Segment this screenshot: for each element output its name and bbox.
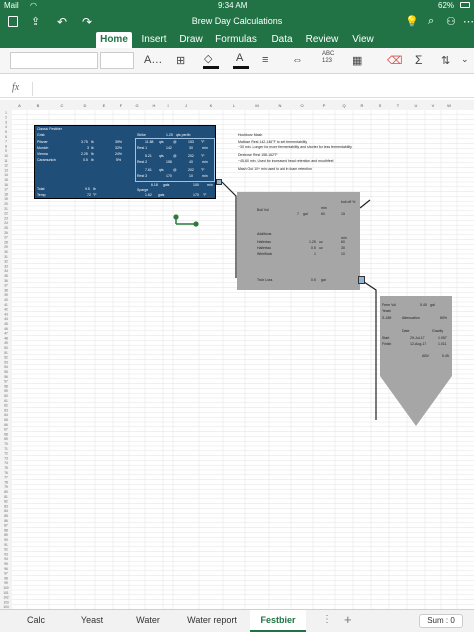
sheet-tab-bar: Calc Yeast Water Water report Festbier ⋮… <box>0 609 474 632</box>
lightbulb-icon[interactable]: 💡 <box>405 15 419 28</box>
ibu-header: boil off % <box>341 200 356 204</box>
tab-formulas[interactable]: Formulas <box>213 32 259 48</box>
hop-name: Hallertau <box>257 246 272 250</box>
font-color-swatch <box>233 66 249 69</box>
wrap-text-icon[interactable]: ≡ <box>262 54 268 66</box>
sheet-more-icon[interactable]: ⋮ <box>322 614 332 625</box>
additions-label: Additions <box>257 232 272 236</box>
finish-date: 12-Aug-17 <box>410 342 427 346</box>
start-label: Start <box>382 336 390 340</box>
hop-time: 10 <box>341 252 345 256</box>
search-icon[interactable]: ⌕ <box>428 15 434 28</box>
formula-input[interactable] <box>40 83 460 95</box>
autosum-icon[interactable]: Σ <box>415 53 422 67</box>
hop-name: Hallertau <box>257 240 272 244</box>
battery-text: 62% <box>438 1 455 10</box>
sheet-objects: Classic Festbier Grist: Pilsner 3.75 lb … <box>0 100 474 609</box>
battery-icon <box>460 2 470 8</box>
trub-value: 0.5 <box>311 278 316 282</box>
boil-time: 60 <box>321 212 325 216</box>
abv-value: 5.45 <box>442 354 449 358</box>
font-name-box[interactable] <box>10 52 98 69</box>
sort-filter-icon[interactable]: ⇅ <box>441 54 450 67</box>
boil-vol-label: Boil Vol <box>257 208 269 212</box>
tab-insert[interactable]: Insert <box>138 32 170 48</box>
kettle-valve-icon <box>358 276 365 284</box>
ferm-unit: gal <box>430 303 435 307</box>
tab-home[interactable]: Home <box>96 32 132 48</box>
tab-view[interactable]: View <box>348 32 378 48</box>
hop-amount: 1 <box>314 252 316 256</box>
formula-divider <box>32 82 33 96</box>
fx-icon[interactable]: fx <box>12 82 19 93</box>
font-size-box[interactable] <box>100 52 134 69</box>
hop-name: Whirlflock <box>257 252 273 256</box>
sheet-tab-festbier[interactable]: Festbier <box>250 610 306 632</box>
ribbon-collapse-icon[interactable]: ⌄ <box>461 54 469 65</box>
ribbon-tabs: Home Insert Draw Formulas Data Review Vi… <box>0 32 474 48</box>
attenuation-value: 80% <box>440 316 448 320</box>
ferm-vol: 5.45 <box>420 303 427 307</box>
hop-amount: 0.5 <box>311 246 316 250</box>
merge-cells-icon[interactable]: ⇔ <box>292 54 303 66</box>
hop-unit: oz <box>319 240 323 244</box>
tab-data[interactable]: Data <box>266 32 298 48</box>
ferm-vol-label: Ferm Vol <box>382 303 397 307</box>
trub-label: Trub Loss <box>257 278 273 282</box>
font-color-icon[interactable]: A <box>236 52 243 64</box>
person-add-icon[interactable]: ⚇ <box>446 15 456 28</box>
sheet-tab-yeast[interactable]: Yeast <box>68 610 116 632</box>
tab-draw[interactable]: Draw <box>176 32 206 48</box>
attenuation-label: Attenuation <box>402 316 420 320</box>
fill-color-swatch <box>203 66 219 69</box>
hop-time: 60 <box>341 240 345 244</box>
finish-gravity: 1.011 <box>438 342 447 346</box>
boil-unit: gal <box>303 212 308 216</box>
home-toolbar: A… ⊞ ◇ A ≡ ⇔ ABC 123 ▦ ⌫ Σ ⇅ ⌄ <box>0 48 474 74</box>
yeast-value: S-189 <box>382 316 392 320</box>
status-sum[interactable]: Sum : 0 <box>419 614 463 628</box>
boil-kettle[interactable]: boil off % min Boil Vol 7 gal 60 15 Addi… <box>237 192 360 290</box>
font-size-icon[interactable]: A… <box>144 54 162 66</box>
status-bar: Mail ◠ 9:34 AM 62% <box>0 0 474 12</box>
sheet-tab-water[interactable]: Water <box>124 610 172 632</box>
more-icon[interactable]: ⋯ <box>463 15 474 28</box>
wifi-icon: ◠ <box>30 1 37 10</box>
start-date: 29-Jul-17 <box>410 336 425 340</box>
clock: 9:34 AM <box>218 1 248 10</box>
sheet-tab-water-report[interactable]: Water report <box>180 610 244 632</box>
cell-styles-icon[interactable]: ▦ <box>352 54 362 67</box>
back-to-mail[interactable]: Mail <box>4 1 19 10</box>
finish-label: Finish <box>382 342 392 346</box>
formula-bar: fx <box>0 80 474 98</box>
number-format-icon[interactable]: ABC 123 <box>322 51 334 65</box>
boil-vol: 7 <box>297 212 299 216</box>
yeast-label: Yeast <box>382 309 391 313</box>
add-sheet-icon[interactable]: + <box>344 612 352 627</box>
trub-unit: gal <box>321 278 326 282</box>
date-header: Date <box>402 329 410 333</box>
boil-off-pct: 15 <box>341 212 345 216</box>
title-bar: ⇪ ↶ ↷ Brew Day Calculations 💡 ⌕ ⚇ ⋯ <box>0 12 474 32</box>
workbook-title: Brew Day Calculations <box>191 16 283 26</box>
sheet-tab-calc[interactable]: Calc <box>14 610 58 632</box>
boil-min-label: min <box>321 206 327 210</box>
hop-amount: 1.25 <box>309 240 316 244</box>
tab-review[interactable]: Review <box>303 32 341 48</box>
hop-unit: oz <box>319 246 323 250</box>
fill-color-icon[interactable]: ◇ <box>204 52 212 65</box>
clear-icon[interactable]: ⌫ <box>387 54 403 67</box>
start-gravity: 1.057 <box>438 336 447 340</box>
hop-time: 30 <box>341 246 345 250</box>
borders-icon[interactable]: ⊞ <box>176 54 185 67</box>
fermenter-labels: Ferm Vol 5.45 gal Yeast S-189 Attenuatio… <box>380 296 452 376</box>
abv-label: ABV <box>422 354 430 358</box>
gravity-header: Gravity <box>432 329 444 333</box>
